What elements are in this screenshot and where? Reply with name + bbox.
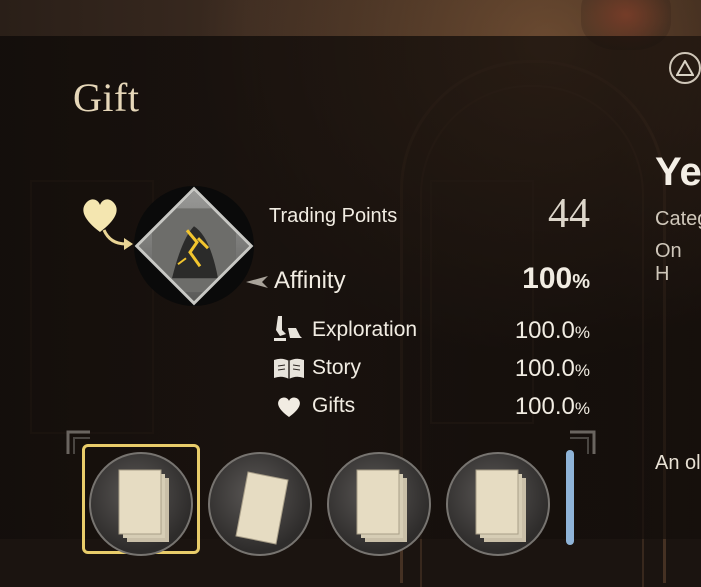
- book-stack-icon: [356, 469, 407, 542]
- story-unit: %: [574, 361, 590, 380]
- affinity-unit: %: [572, 271, 590, 293]
- book-icon: [235, 471, 289, 545]
- story-number: 100.0: [514, 355, 575, 382]
- pointer-arrow-icon: [246, 276, 268, 288]
- item-detail-title: Ye: [655, 150, 701, 194]
- item-detail-line: On H: [655, 240, 682, 285]
- gifts-heart-icon: [278, 397, 300, 417]
- book-stack-icon: [475, 469, 526, 542]
- item-slot-2[interactable]: [208, 452, 312, 556]
- page-title: Gift: [73, 75, 140, 120]
- item-detail-category: Categ: [655, 208, 701, 230]
- affinity-number: 100: [522, 262, 573, 295]
- affinity-heart-icon: [83, 199, 133, 250]
- item-slot-4[interactable]: [446, 452, 550, 556]
- gifts-value: 100.0%: [470, 393, 590, 421]
- item-slot-1[interactable]: [89, 452, 193, 556]
- exploration-label: Exploration: [312, 318, 418, 341]
- trading-points-value: 44: [548, 191, 590, 237]
- trading-points-label: Trading Points: [269, 205, 398, 227]
- affinity-label: Affinity: [274, 267, 346, 294]
- exploration-icon: [274, 316, 302, 341]
- exploration-unit: %: [574, 323, 590, 342]
- character-portrait: [134, 186, 254, 306]
- exploration-number: 100.0: [514, 317, 575, 344]
- portrait-frame: [134, 186, 254, 306]
- gifts-unit: %: [574, 399, 590, 418]
- character-emblem-icon: [152, 208, 236, 293]
- story-label: Story: [312, 356, 362, 379]
- gifts-label: Gifts: [312, 394, 356, 417]
- story-value: 100.0%: [470, 355, 590, 383]
- affinity-value: 100%: [480, 262, 590, 296]
- gifts-number: 100.0: [514, 393, 575, 420]
- book-stack-icon: [118, 469, 169, 542]
- story-book-icon: [274, 358, 304, 379]
- triangle-icon: [676, 60, 694, 76]
- item-slot-3[interactable]: [327, 452, 431, 556]
- item-detail-description: An ol: [655, 452, 701, 474]
- exploration-value: 100.0%: [470, 317, 590, 345]
- triangle-button[interactable]: [669, 52, 701, 84]
- item-list-scrollbar[interactable]: [566, 450, 574, 545]
